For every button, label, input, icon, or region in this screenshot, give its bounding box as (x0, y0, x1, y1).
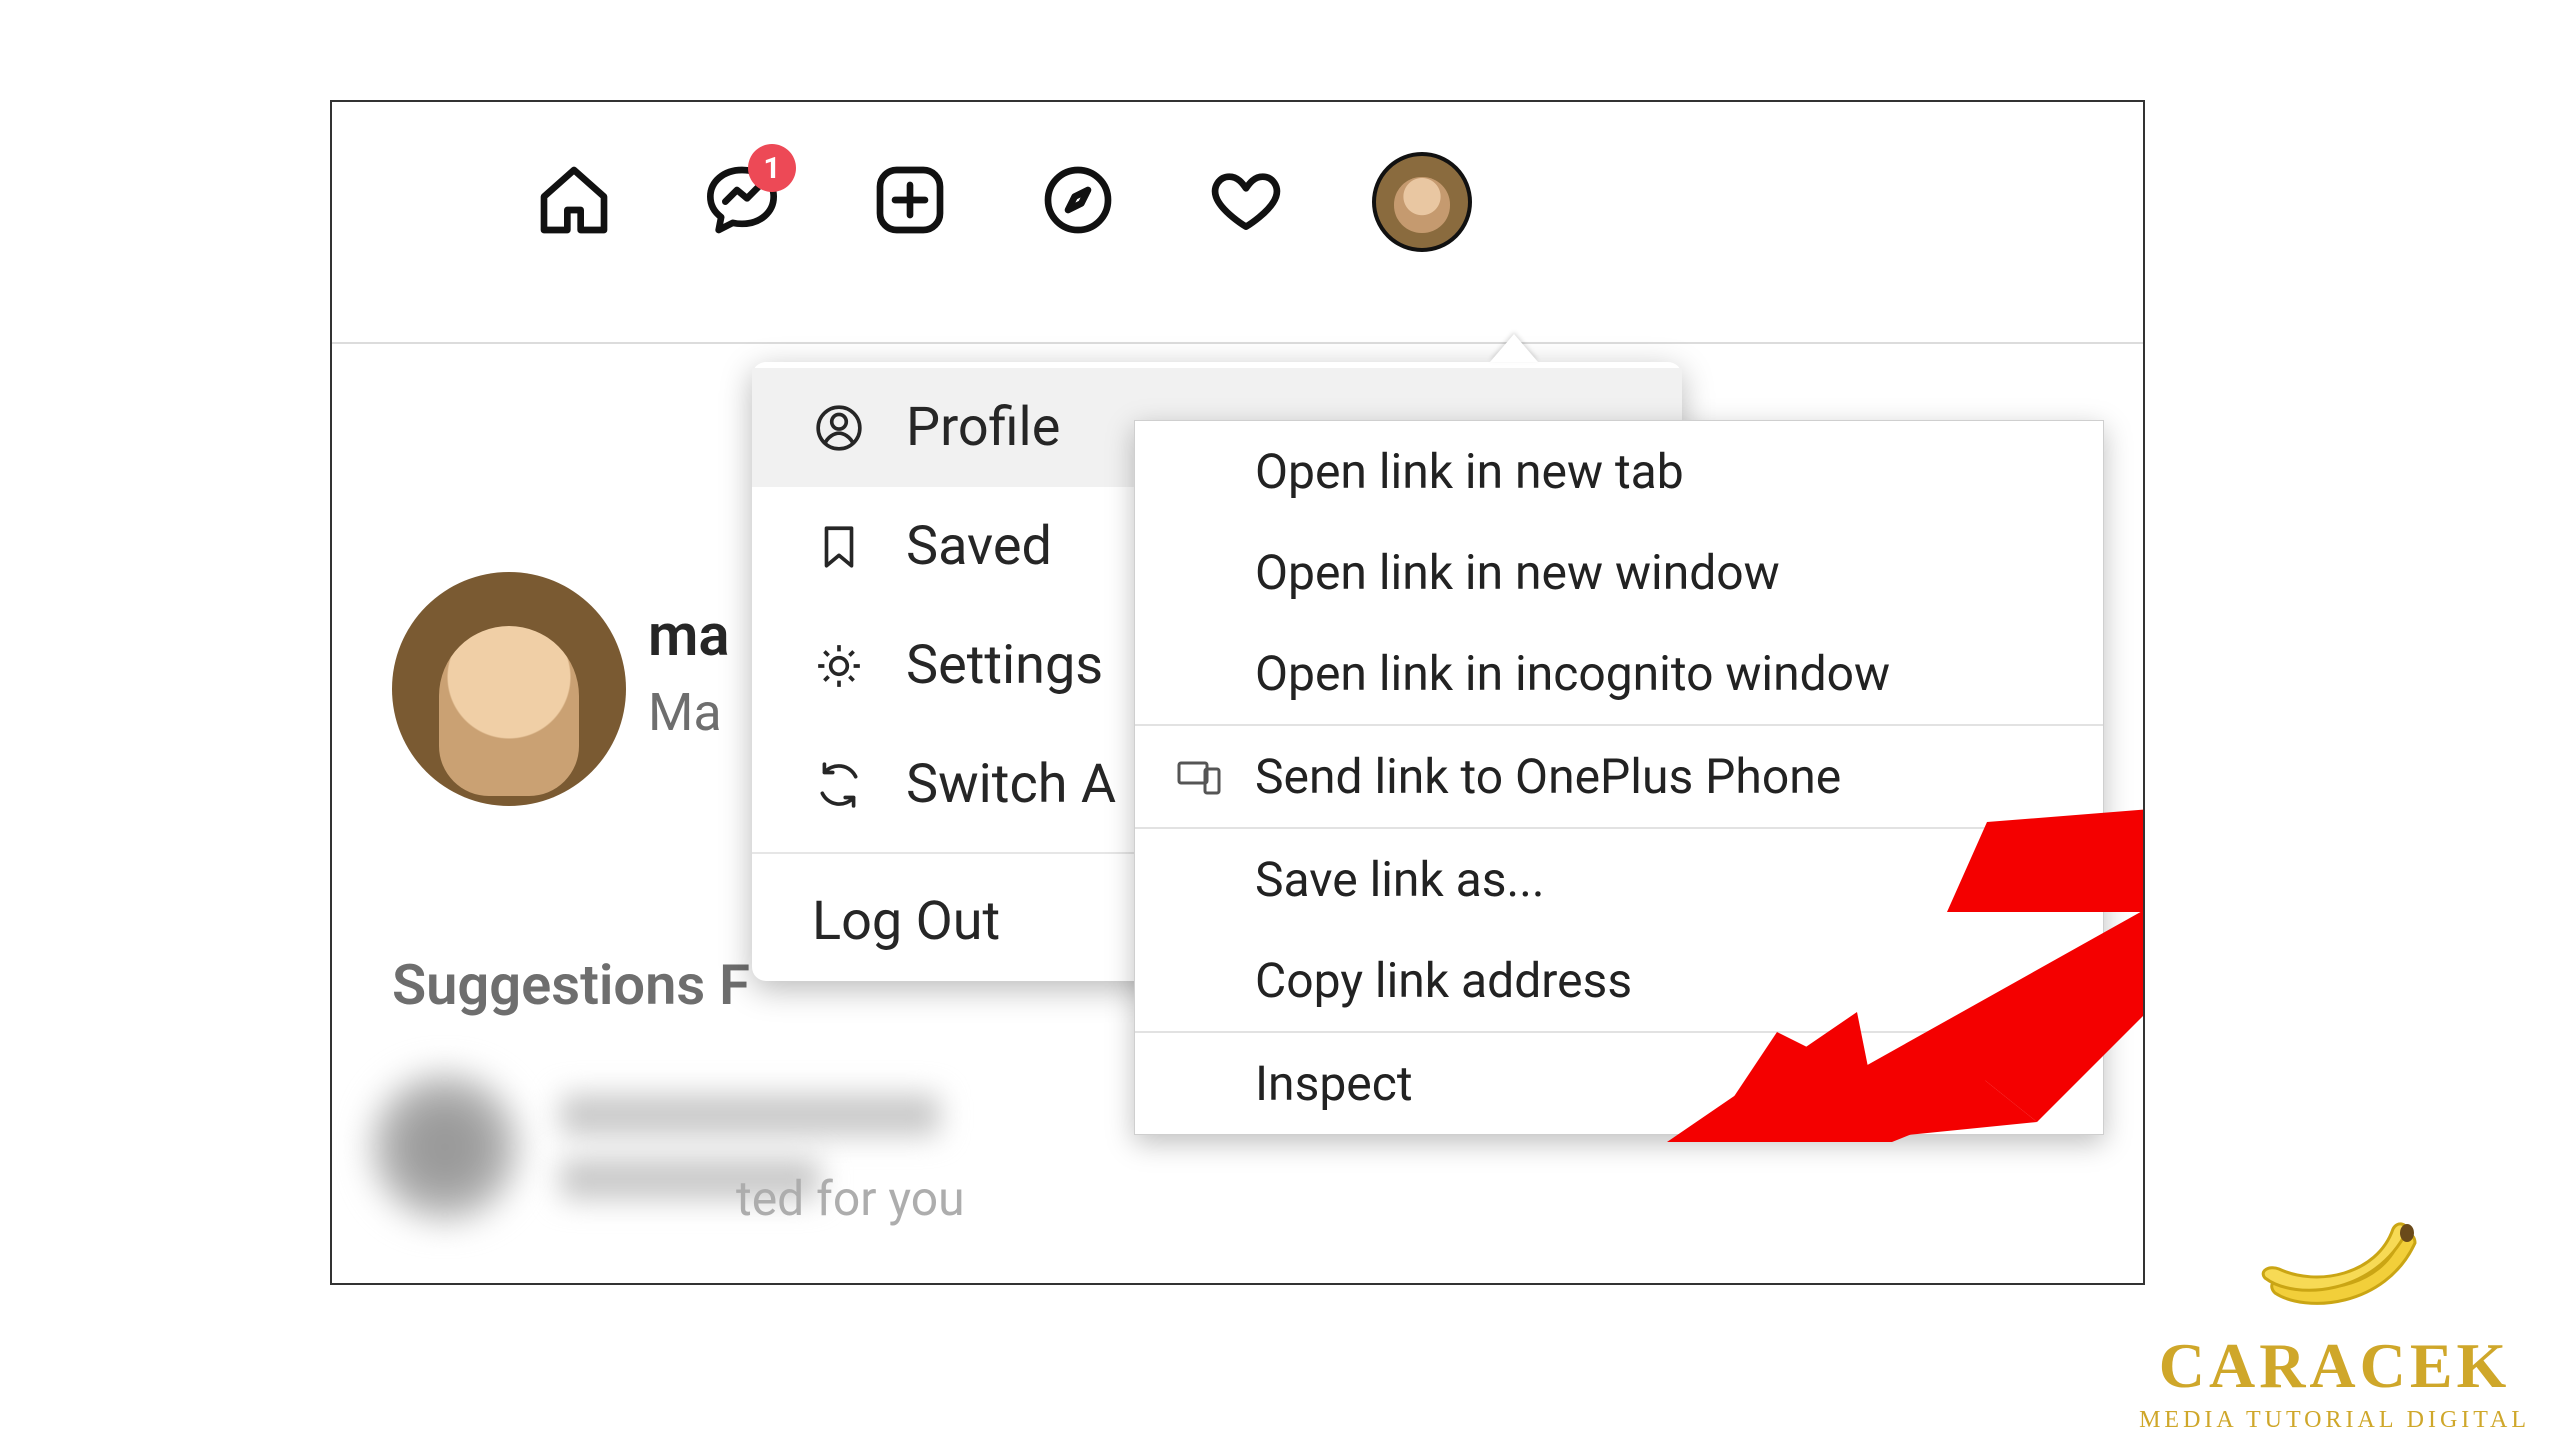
compass-icon (1038, 160, 1118, 244)
blurred-text (560, 1094, 940, 1136)
app-frame: 1 (330, 100, 2145, 1285)
ctx-label: Inspect (1255, 1055, 1413, 1112)
home-button[interactable] (532, 160, 616, 244)
messenger-button[interactable]: 1 (700, 160, 784, 244)
ctx-label: Open link in incognito window (1255, 645, 1890, 702)
messenger-badge: 1 (748, 144, 796, 192)
ctx-label: Open link in new tab (1255, 443, 1684, 500)
activity-button[interactable] (1204, 160, 1288, 244)
dropdown-label: Log Out (812, 890, 1000, 953)
dropdown-label: Profile (906, 396, 1060, 459)
side-profile-text: ma Ma (648, 602, 730, 743)
displayname-fragment: Ma (648, 682, 730, 743)
dropdown-label: Saved (906, 515, 1052, 578)
banana-icon (2235, 1183, 2435, 1323)
suggested-tail-text: ted for you (736, 1170, 965, 1227)
devices-icon (1175, 753, 1223, 801)
side-profile-avatar[interactable] (392, 572, 626, 806)
plus-square-icon (870, 160, 950, 244)
watermark-sub: MEDIA TUTORIAL DIGITAL (2139, 1407, 2530, 1434)
ctx-open-new-tab[interactable]: Open link in new tab (1135, 421, 2103, 522)
heart-icon (1206, 160, 1286, 244)
ctx-inspect[interactable]: Inspect (1135, 1033, 2103, 1134)
dropdown-label: Switch A (906, 753, 1116, 816)
ctx-save-link-as[interactable]: Save link as... (1135, 829, 2103, 930)
ctx-send-to-device[interactable]: Send link to OnePlus Phone (1135, 726, 2103, 827)
watermark: CARACEK MEDIA TUTORIAL DIGITAL (2139, 1183, 2530, 1434)
switch-icon (812, 758, 866, 812)
ctx-label: Save link as... (1255, 851, 1545, 908)
ctx-label: Open link in new window (1255, 544, 1780, 601)
ctx-open-new-window[interactable]: Open link in new window (1135, 522, 2103, 623)
ctx-label: Send link to OnePlus Phone (1255, 748, 1841, 805)
ctx-label: Copy link address (1255, 952, 1632, 1009)
blurred-avatar (370, 1072, 520, 1222)
gear-icon (812, 639, 866, 693)
explore-button[interactable] (1036, 160, 1120, 244)
avatar-large-icon (392, 572, 626, 806)
profile-icon (812, 401, 866, 455)
home-icon (534, 160, 614, 244)
context-menu: Open link in new tab Open link in new wi… (1134, 420, 2104, 1135)
bookmark-icon (812, 520, 866, 574)
ctx-open-incognito[interactable]: Open link in incognito window (1135, 623, 2103, 724)
dropdown-pointer (1490, 334, 1538, 362)
avatar-icon (1394, 177, 1449, 232)
username-fragment: ma (648, 602, 730, 670)
watermark-brand: CARACEK (2139, 1329, 2530, 1403)
new-post-button[interactable] (868, 160, 952, 244)
suggestions-heading: Suggestions F (392, 952, 750, 1018)
top-nav: 1 (332, 102, 2143, 344)
dropdown-label: Settings (906, 634, 1103, 697)
profile-avatar-button[interactable] (1372, 152, 1472, 252)
ctx-copy-link-address[interactable]: Copy link address (1135, 930, 2103, 1031)
